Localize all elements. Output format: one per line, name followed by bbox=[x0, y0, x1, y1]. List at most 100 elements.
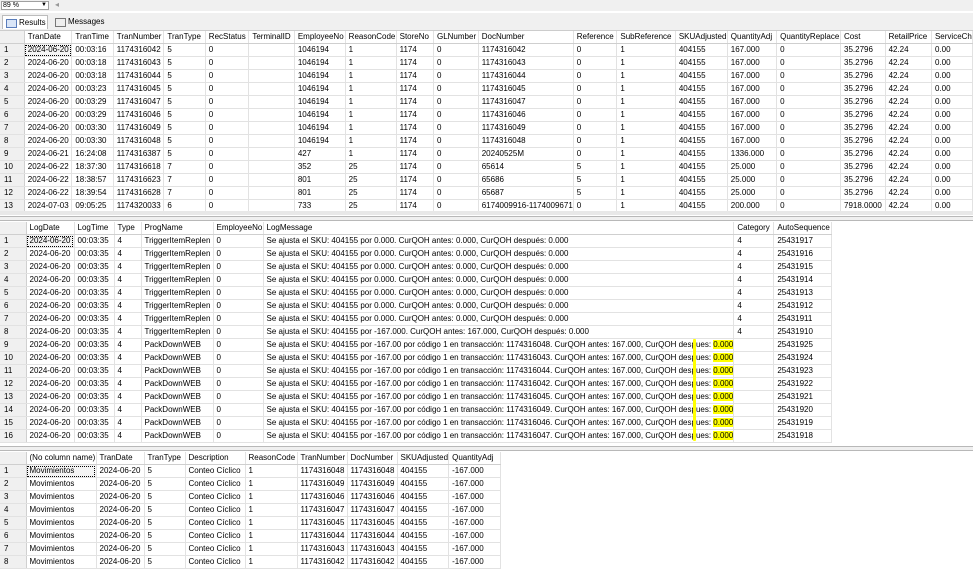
table-cell[interactable]: 0 bbox=[205, 134, 250, 148]
table-cell[interactable]: 2024-06-20 bbox=[26, 234, 75, 248]
table-cell[interactable]: 1174316047 bbox=[297, 503, 348, 517]
table-cell[interactable]: 1 bbox=[616, 199, 676, 211]
table-cell[interactable] bbox=[733, 390, 775, 404]
table-cell[interactable]: 1 bbox=[616, 69, 676, 83]
table-cell[interactable]: 00:03:23 bbox=[71, 82, 114, 96]
table-cell[interactable]: 0 bbox=[776, 95, 841, 109]
table-cell[interactable]: 1046194 bbox=[294, 69, 346, 83]
table-cell[interactable]: 0 bbox=[433, 56, 479, 70]
table-cell[interactable]: Se ajusta el SKU: 404155 por 0.000. CurQ… bbox=[263, 312, 735, 326]
table-cell[interactable]: 0 bbox=[213, 273, 264, 287]
table-cell[interactable]: 1174316043 bbox=[297, 542, 348, 556]
table-cell[interactable] bbox=[248, 43, 295, 57]
table-cell[interactable]: 0 bbox=[573, 82, 618, 96]
table-cell[interactable]: 2024-06-20 bbox=[24, 69, 73, 83]
table-cell[interactable]: 6174009916-1174009671 bbox=[478, 199, 574, 211]
table-cell[interactable]: 25431912 bbox=[773, 299, 833, 313]
table-cell[interactable]: 1 bbox=[616, 82, 676, 96]
table-cell[interactable]: 0.00 bbox=[931, 95, 973, 109]
column-header[interactable]: ServiceCh bbox=[931, 31, 973, 44]
table-cell[interactable]: 0.00 bbox=[931, 82, 973, 96]
table-cell[interactable]: 733 bbox=[294, 199, 346, 211]
table-cell[interactable]: 0 bbox=[205, 160, 250, 174]
column-header[interactable]: TranTime bbox=[71, 31, 114, 44]
table-row[interactable]: 1 Movimientos 2024-06-20 5 Conteo Cíclico 1 11… bbox=[0, 464, 502, 478]
table-cell[interactable]: Se ajusta el SKU: 404155 por 0.000. CurQ… bbox=[263, 299, 735, 313]
table-cell[interactable]: 2024-06-22 bbox=[24, 160, 73, 174]
table-cell[interactable]: 404155 bbox=[397, 516, 450, 530]
table-cell[interactable]: 5 bbox=[573, 173, 618, 187]
table-row[interactable]: 16 2024-06-20 00:03:35 4 PackDownWEB 0 Se ajus… bbox=[0, 429, 833, 443]
table-cell[interactable]: 1 bbox=[345, 108, 397, 122]
table-cell[interactable]: 35.2796 bbox=[840, 69, 886, 83]
column-header[interactable]: ReasonCode bbox=[345, 31, 397, 44]
table-cell[interactable]: 25 bbox=[345, 173, 397, 187]
table-cell[interactable]: 1174320033 bbox=[113, 199, 165, 211]
table-cell[interactable]: 25 bbox=[345, 199, 397, 211]
table-cell[interactable]: -167.000 bbox=[448, 503, 502, 517]
table-row[interactable]: 4 2024-06-20 00:03:35 4 TriggerItemReplen 0 Se… bbox=[0, 273, 833, 287]
table-cell[interactable]: 65614 bbox=[478, 160, 574, 174]
table-cell[interactable] bbox=[248, 173, 295, 187]
column-header[interactable]: GLNumber bbox=[433, 31, 479, 44]
table-cell[interactable]: 35.2796 bbox=[840, 108, 886, 122]
table-cell[interactable]: 4 bbox=[114, 338, 142, 352]
table-cell[interactable]: Movimientos bbox=[26, 542, 97, 556]
table-cell[interactable]: PackDownWEB bbox=[141, 429, 214, 443]
table-cell[interactable]: 1174 bbox=[396, 69, 434, 83]
table-cell[interactable]: Movimientos bbox=[26, 529, 97, 543]
table-cell[interactable]: 0.00 bbox=[931, 160, 973, 174]
table-cell[interactable]: 404155 bbox=[675, 43, 728, 57]
table-cell[interactable]: 1 bbox=[616, 108, 676, 122]
table-cell[interactable]: 2024-06-20 bbox=[96, 503, 145, 517]
table-cell[interactable]: 00:03:30 bbox=[71, 121, 114, 135]
table-cell[interactable]: 1174 bbox=[396, 186, 434, 200]
table-cell[interactable]: 1174316045 bbox=[478, 82, 574, 96]
table-row[interactable]: 8 2024-06-20 00:03:30 1174316048 5 0 1046194 1 1… bbox=[0, 134, 973, 148]
table-row[interactable]: 7 Movimientos 2024-06-20 5 Conteo Cíclico 1 11… bbox=[0, 542, 502, 556]
table-cell[interactable]: 25431923 bbox=[773, 364, 833, 378]
results-grid-1[interactable]: TranDate TranTime TranNumber TranType RecSta… bbox=[0, 31, 973, 211]
table-cell[interactable]: 0 bbox=[205, 56, 250, 70]
table-cell[interactable]: 1046194 bbox=[294, 108, 346, 122]
table-cell[interactable]: 4 bbox=[114, 260, 142, 274]
table-cell[interactable]: 1174 bbox=[396, 160, 434, 174]
table-cell[interactable]: Se ajusta el SKU: 404155 por -167.00 por… bbox=[263, 390, 735, 404]
table-row[interactable]: 3 2024-06-20 00:03:18 1174316044 5 0 1046194 1 1… bbox=[0, 69, 973, 83]
table-cell[interactable]: 404155 bbox=[675, 121, 728, 135]
column-header[interactable]: TranNumber bbox=[113, 31, 165, 44]
table-cell[interactable] bbox=[248, 121, 295, 135]
table-cell[interactable]: Conteo Cíclico bbox=[185, 529, 246, 543]
table-cell[interactable]: 404155 bbox=[675, 147, 728, 161]
table-cell[interactable]: PackDownWEB bbox=[141, 390, 214, 404]
table-cell[interactable] bbox=[248, 134, 295, 148]
table-cell[interactable]: 00:03:35 bbox=[74, 299, 115, 313]
table-cell[interactable]: 1174 bbox=[396, 95, 434, 109]
column-header[interactable]: DocNumber bbox=[478, 31, 574, 44]
table-cell[interactable]: 42.24 bbox=[885, 199, 932, 211]
table-cell[interactable]: 404155 bbox=[675, 186, 728, 200]
column-header[interactable]: RetailPrice bbox=[885, 31, 932, 44]
table-cell[interactable]: 00:03:18 bbox=[71, 56, 114, 70]
table-cell[interactable]: 0 bbox=[205, 95, 250, 109]
table-cell[interactable]: 5 bbox=[163, 43, 206, 57]
table-cell[interactable]: 18:38:57 bbox=[71, 173, 114, 187]
table-cell[interactable]: 404155 bbox=[397, 529, 450, 543]
table-cell[interactable]: 0.00 bbox=[931, 134, 973, 148]
table-cell[interactable] bbox=[248, 186, 295, 200]
pane-splitter-2[interactable] bbox=[0, 446, 973, 451]
table-cell[interactable] bbox=[248, 199, 295, 211]
table-cell[interactable]: 00:03:29 bbox=[71, 108, 114, 122]
table-cell[interactable]: Se ajusta el SKU: 404155 por -167.000. C… bbox=[263, 325, 735, 339]
table-cell[interactable]: 20240525M bbox=[478, 147, 574, 161]
column-header[interactable]: (No column name) bbox=[26, 452, 97, 465]
table-cell[interactable]: 4 bbox=[114, 390, 142, 404]
table-cell[interactable]: 00:03:35 bbox=[74, 390, 115, 404]
table-cell[interactable]: 00:03:35 bbox=[74, 325, 115, 339]
table-cell[interactable]: 0 bbox=[573, 95, 618, 109]
table-cell[interactable]: 25431925 bbox=[773, 338, 833, 352]
table-cell[interactable]: 0 bbox=[213, 299, 264, 313]
table-cell[interactable]: 35.2796 bbox=[840, 173, 886, 187]
table-cell[interactable]: 0 bbox=[205, 43, 250, 57]
table-cell[interactable]: 0 bbox=[433, 186, 479, 200]
